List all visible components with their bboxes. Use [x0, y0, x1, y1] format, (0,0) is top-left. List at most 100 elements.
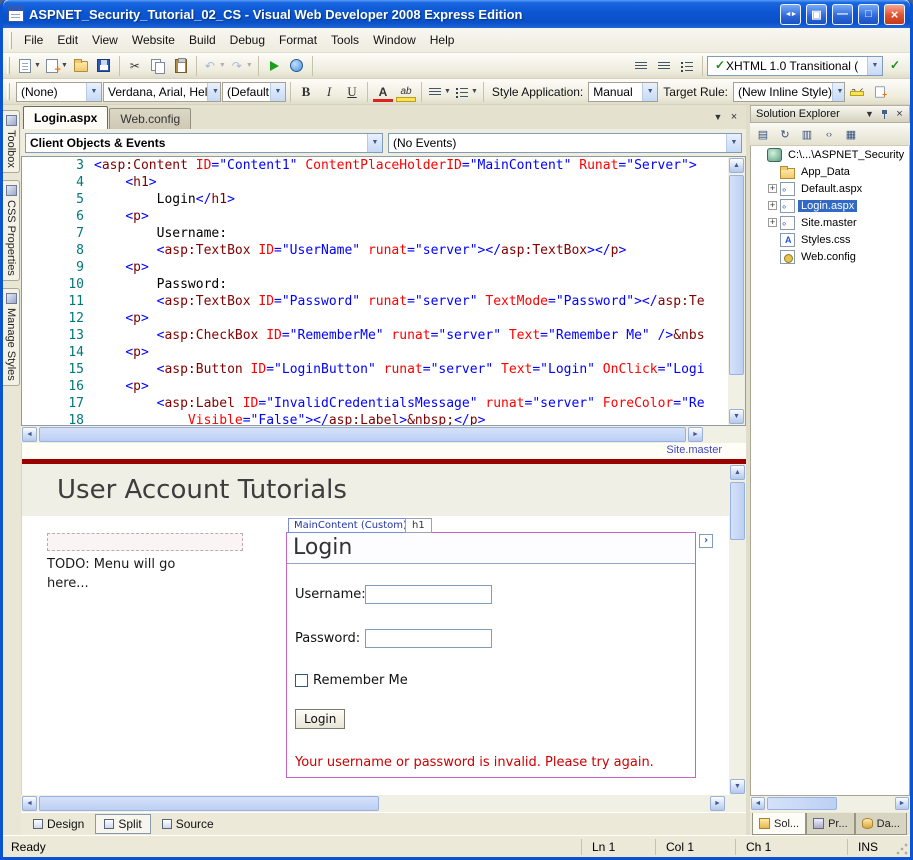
- active-files-dropdown-button[interactable]: ▼: [710, 109, 726, 125]
- code-editor[interactable]: 3<asp:Content ID="Content1" ContentPlace…: [21, 156, 746, 426]
- menu-window[interactable]: Window: [366, 29, 423, 51]
- maincontent-region-tab[interactable]: MainContent (Custom): [288, 518, 413, 533]
- open-file-button[interactable]: [70, 55, 92, 77]
- panel-tab-da[interactable]: Da...: [855, 813, 907, 835]
- attach-stylesheet-button[interactable]: [869, 81, 891, 103]
- panel-tab-pr[interactable]: Pr...: [806, 813, 855, 835]
- h1-element-tab[interactable]: h1: [405, 518, 432, 533]
- style-application-dropdown[interactable]: Manual▼: [588, 82, 658, 102]
- scroll-up-button[interactable]: ▲: [730, 465, 745, 480]
- side-tab-toolbox[interactable]: Toolbox: [3, 110, 20, 173]
- resize-grip[interactable]: [895, 842, 909, 856]
- menu-help[interactable]: Help: [423, 29, 462, 51]
- scroll-right-button[interactable]: ►: [710, 796, 725, 811]
- undo-button[interactable]: ↶▼: [201, 55, 227, 77]
- scroll-up-button[interactable]: ▲: [729, 158, 744, 173]
- source-view-button[interactable]: Source: [153, 814, 223, 834]
- font-size-dropdown[interactable]: (Default▼: [222, 82, 286, 102]
- menu-file[interactable]: File: [17, 29, 50, 51]
- cut-button[interactable]: ✂: [124, 55, 146, 77]
- copy-button[interactable]: [147, 55, 169, 77]
- object-dropdown[interactable]: Client Objects & Events▼: [25, 133, 383, 153]
- smart-tag-button[interactable]: ›: [699, 534, 713, 548]
- maximize-button[interactable]: □: [858, 4, 879, 25]
- remember-me-checkbox[interactable]: [295, 674, 308, 687]
- scrollbar-thumb[interactable]: [39, 427, 686, 442]
- window-layout-button[interactable]: ▣: [806, 4, 827, 25]
- properties-button[interactable]: ▤: [753, 125, 773, 144]
- list-button[interactable]: ▼: [453, 81, 479, 103]
- tree-item-web-config[interactable]: Web.config: [751, 248, 909, 265]
- increase-indent-button[interactable]: [653, 55, 675, 77]
- underline-button[interactable]: U: [341, 81, 363, 103]
- panel-tab-sol[interactable]: Sol...: [752, 813, 806, 835]
- view-code-button[interactable]: ‹›: [819, 125, 839, 144]
- decrease-indent-button[interactable]: [630, 55, 652, 77]
- password-textbox[interactable]: [365, 629, 492, 648]
- panel-menu-button[interactable]: ▼: [862, 107, 877, 121]
- scrollbar-thumb[interactable]: [729, 175, 744, 375]
- view-designer-button[interactable]: ▦: [841, 125, 861, 144]
- bullets-button[interactable]: [676, 55, 698, 77]
- scrollbar-thumb[interactable]: [767, 797, 837, 810]
- auto-hide-pin-button[interactable]: [877, 107, 892, 121]
- panel-horizontal-scrollbar[interactable]: ◄ ►: [750, 796, 910, 812]
- tree-item-login-aspx[interactable]: +Login.aspx: [751, 197, 909, 214]
- panel-close-button[interactable]: ×: [892, 107, 907, 121]
- login-button[interactable]: Login: [295, 709, 345, 729]
- expand-icon[interactable]: +: [768, 184, 777, 193]
- menu-view[interactable]: View: [85, 29, 125, 51]
- minimize-button[interactable]: —: [832, 4, 853, 25]
- expand-icon[interactable]: +: [768, 218, 777, 227]
- scroll-left-button[interactable]: ◄: [22, 796, 37, 811]
- new-file-button[interactable]: ▼: [16, 55, 42, 77]
- code-vertical-scrollbar[interactable]: ▲ ▼: [728, 157, 745, 425]
- scroll-down-button[interactable]: ▼: [729, 409, 744, 424]
- font-name-dropdown[interactable]: Verdana, Arial, Hel▼: [103, 82, 221, 102]
- code-horizontal-scrollbar[interactable]: ◄ ►: [21, 426, 746, 443]
- event-dropdown[interactable]: (No Events)▼: [388, 133, 742, 153]
- tab-login-aspx[interactable]: Login.aspx: [23, 106, 108, 129]
- menu-tools[interactable]: Tools: [324, 29, 366, 51]
- split-view-button[interactable]: Split: [95, 814, 150, 834]
- check-page-button[interactable]: [884, 55, 906, 77]
- tree-item-app-data[interactable]: App_Data: [751, 163, 909, 180]
- add-item-button[interactable]: ▼: [43, 55, 69, 77]
- bold-button[interactable]: B: [295, 81, 317, 103]
- menu-placeholder[interactable]: [47, 533, 243, 551]
- paste-button[interactable]: [170, 55, 192, 77]
- content-control[interactable]: Login Username: Password: Remember Me: [286, 532, 696, 778]
- scroll-down-button[interactable]: ▼: [730, 779, 745, 794]
- side-tab-manage-styles[interactable]: Manage Styles: [3, 288, 20, 386]
- design-horizontal-scrollbar[interactable]: ◄ ►: [21, 795, 746, 812]
- view-in-browser-button[interactable]: [286, 55, 308, 77]
- menu-website[interactable]: Website: [125, 29, 182, 51]
- font-color-button[interactable]: A: [372, 81, 394, 103]
- style-class-dropdown[interactable]: (None)▼: [16, 82, 102, 102]
- scroll-left-button[interactable]: ◄: [22, 427, 37, 442]
- close-button[interactable]: ×: [884, 4, 905, 25]
- nest-related-files-button[interactable]: ▥: [797, 125, 817, 144]
- scroll-left-button[interactable]: ◄: [751, 797, 765, 810]
- save-button[interactable]: [93, 55, 115, 77]
- scrollbar-thumb[interactable]: [730, 482, 745, 540]
- tree-item-site-master[interactable]: +Site.master: [751, 214, 909, 231]
- italic-button[interactable]: I: [318, 81, 340, 103]
- scrollbar-thumb[interactable]: [39, 796, 379, 811]
- design-view-button[interactable]: Design: [24, 814, 93, 834]
- window-nav-button[interactable]: ◄►: [780, 4, 801, 25]
- redo-button[interactable]: ↷▼: [228, 55, 254, 77]
- new-style-button[interactable]: a✓: [846, 81, 868, 103]
- menu-build[interactable]: Build: [182, 29, 223, 51]
- close-document-button[interactable]: ×: [726, 109, 742, 125]
- login-heading[interactable]: Login: [287, 533, 695, 564]
- target-rule-dropdown[interactable]: (New Inline Style)▼: [733, 82, 845, 102]
- start-debug-button[interactable]: [263, 55, 285, 77]
- tab-web-config[interactable]: Web.config: [109, 108, 191, 129]
- tree-item-styles-css[interactable]: Styles.css: [751, 231, 909, 248]
- design-vertical-scrollbar[interactable]: ▲ ▼: [729, 464, 746, 795]
- refresh-button[interactable]: ↻: [775, 125, 795, 144]
- doctype-dropdown[interactable]: XHTML 1.0 Transitional ( ▼: [707, 56, 883, 76]
- master-page-link[interactable]: Site.master: [666, 444, 722, 456]
- username-textbox[interactable]: [365, 585, 492, 604]
